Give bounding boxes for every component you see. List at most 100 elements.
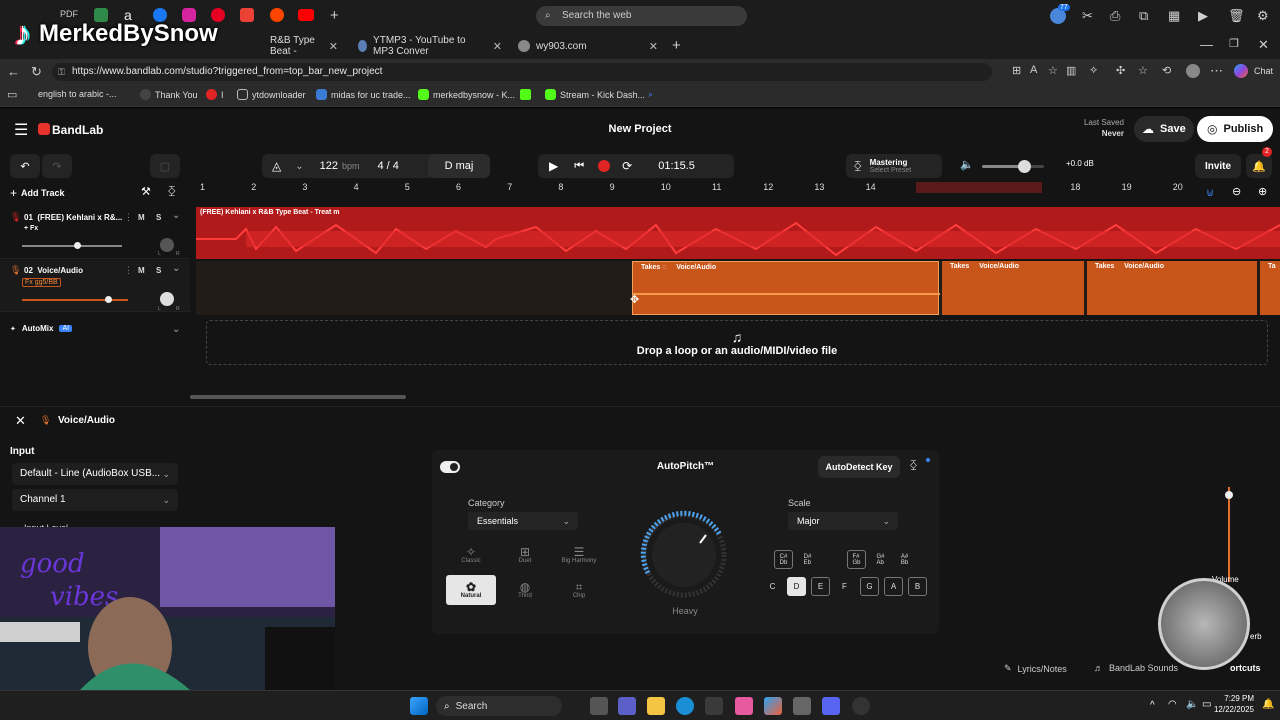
search-icon[interactable]: ⌕ (648, 89, 653, 100)
notification-bell-icon[interactable]: 🔔 (1262, 699, 1274, 710)
fx-chain-badge[interactable]: Fx gg5/BB (22, 278, 61, 287)
publish-button[interactable]: ◎ Publish (1197, 116, 1274, 142)
bandlab-logo-icon[interactable] (38, 123, 50, 135)
track-volume-slider[interactable] (22, 296, 128, 303)
voice-clip[interactable]: Ta (1260, 261, 1280, 315)
key-b[interactable]: B (908, 577, 927, 596)
youtube-icon[interactable] (298, 9, 314, 21)
restore-icon[interactable]: ❐ (1229, 37, 1239, 50)
tempo-value[interactable]: 122 (320, 160, 338, 172)
track-2-lane[interactable]: Takes ◌ Voice/Audio Takes Voice/Audio Ta… (196, 261, 1280, 315)
store-icon[interactable] (705, 697, 723, 715)
obs-icon[interactable] (852, 697, 870, 715)
task-view-icon[interactable] (590, 697, 608, 715)
track-1-clip[interactable]: (FREE) Kehlani x R&B Type Beat - Treat m (196, 207, 1280, 259)
shortcuts-button[interactable]: ortcuts (1230, 663, 1261, 673)
teams-icon[interactable] (618, 697, 636, 715)
input-device-select[interactable]: Default - Line (AudioBox USB... ⌄ (12, 463, 178, 485)
key-sharp-4[interactable]: A# Bb (895, 550, 914, 569)
refresh-icon[interactable]: ↻ (31, 64, 42, 80)
effect-classic[interactable]: ✧ Classic (446, 540, 496, 570)
taskbar-search[interactable]: ⌕ Search (436, 696, 562, 716)
new-tab-plus-icon[interactable]: + (330, 7, 339, 24)
key-sharp-2[interactable]: F# Gb (847, 550, 866, 569)
invite-button[interactable]: Invite (1195, 154, 1241, 178)
history-icon[interactable]: ⟲ (1162, 64, 1171, 77)
tab-rnb-type-beat[interactable]: R&B Type Beat - ✕ (262, 35, 346, 57)
favorite-star-icon[interactable]: ☆ (1048, 64, 1058, 77)
voice-clip-selected[interactable]: Takes ◌ Voice/Audio (632, 261, 940, 315)
url-field[interactable]: ⚿ https://www.bandlab.com/studio?trigger… (52, 63, 992, 81)
window-close-icon[interactable]: ✕ (1258, 37, 1269, 53)
apps-icon[interactable]: ⊞ (1012, 64, 1021, 77)
horizontal-scrollbar[interactable] (190, 395, 406, 399)
clock-time[interactable]: 7:29 PM (1212, 694, 1254, 703)
track-volume-handle[interactable] (74, 242, 81, 249)
key-selector[interactable]: D maj (428, 154, 490, 178)
track-row-1[interactable]: 🎙 01 (FREE) Kehlani x R&... + Fx ⋮ M S ⌄… (0, 207, 190, 259)
more-dots-icon[interactable]: ⋮ (124, 265, 133, 276)
metronome-icon[interactable]: ◬ (272, 159, 281, 173)
kick-icon[interactable] (520, 89, 531, 100)
more-dots-icon[interactable]: ⋮ (124, 212, 133, 223)
time-signature[interactable]: 4 / 4 (378, 160, 399, 172)
hamburger-menu-icon[interactable]: ☰ (14, 120, 28, 140)
effect-chip[interactable]: ⌗ Chip (554, 575, 604, 605)
notifications-button[interactable]: 🔔 (1246, 154, 1272, 178)
settings-app-icon[interactable] (793, 697, 811, 715)
key-c[interactable]: C (763, 577, 782, 596)
solo-button[interactable]: S (156, 213, 161, 222)
fav-thank-you[interactable]: Thank You (140, 89, 198, 100)
autodetect-key-button[interactable]: AutoDetect Key (818, 456, 900, 478)
more-menu-icon[interactable]: ⋯ (1210, 63, 1223, 79)
mixer-icon[interactable]: ⧰ (168, 185, 176, 198)
mute-button[interactable]: M (138, 266, 145, 275)
key-sharp-0[interactable]: C# Db (774, 550, 793, 569)
timeline-ruler[interactable]: 1234567891011121314151617181920 (196, 182, 1280, 195)
drop-zone[interactable]: ♫ Drop a loop or an audio/MIDI/video fil… (206, 320, 1268, 365)
pan-knob[interactable] (160, 292, 174, 306)
master-volume-slider[interactable] (982, 160, 1044, 173)
effect-duet[interactable]: ⊞ Duet (500, 540, 550, 570)
wifi-icon[interactable]: ◠ (1168, 699, 1177, 710)
clock-date[interactable]: 12/22/2025 (1200, 705, 1254, 714)
read-aloud-icon[interactable]: A (1030, 64, 1037, 76)
loop-icon[interactable]: ⟳ (622, 159, 632, 173)
voice-clip[interactable]: Takes Voice/Audio (942, 261, 1084, 315)
key-e[interactable]: E (811, 577, 830, 596)
chevron-up-icon[interactable]: ^ (1150, 700, 1155, 711)
speaker-icon[interactable]: 🔈 (1186, 699, 1198, 710)
add-track-button[interactable]: + Add Track (10, 186, 65, 200)
tab-ytmp3[interactable]: YTMP3 - YouTube to MP3 Conver ✕ (350, 35, 510, 57)
copilot-app-icon[interactable] (764, 697, 782, 715)
channel-select[interactable]: Channel 1 ⌄ (12, 489, 178, 511)
chevron-down-icon[interactable]: ⌄ (172, 324, 180, 335)
zoom-in-icon[interactable]: ⊕ (1258, 185, 1267, 198)
bandlab-brand[interactable]: BandLab (52, 123, 103, 137)
mastering-button[interactable]: ⧰ Mastering Select Preset (846, 154, 942, 178)
volume-fader[interactable] (1225, 487, 1233, 582)
windows-start-icon[interactable] (410, 697, 428, 715)
scale-select[interactable]: Major ⌄ (788, 512, 898, 530)
category-select[interactable]: Essentials ⌄ (468, 512, 578, 530)
chevron-down-icon[interactable]: ⌄ (295, 161, 303, 172)
redo-button[interactable]: ↷ (42, 154, 72, 178)
puzzle-icon[interactable]: ✣ (1116, 64, 1125, 77)
track-volume-handle[interactable] (104, 296, 112, 303)
voice-clip[interactable]: Takes Voice/Audio (1087, 261, 1257, 315)
edge-icon[interactable] (676, 697, 694, 715)
key-g[interactable]: G (860, 577, 879, 596)
back-arrow-icon[interactable]: ← (7, 64, 20, 79)
fav-midas[interactable]: midas for uc trade... (316, 89, 411, 100)
sidebar-toggle-icon[interactable]: ▭ (7, 88, 17, 101)
settings-gear-icon[interactable]: ⚙ (1257, 8, 1269, 24)
snap-magnet-icon[interactable]: ⊍ (1206, 186, 1214, 199)
undo-button[interactable]: ↶ (10, 154, 40, 178)
track-row-2[interactable]: 🎙 02 Voice/Audio Fx gg5/BB ⋮ M S ⌄ L R (0, 260, 190, 312)
save-button[interactable]: ☁ Save (1134, 116, 1194, 142)
effect-third[interactable]: ◍ Third (500, 575, 550, 605)
sliders-icon[interactable]: ⧰ (910, 460, 917, 471)
fav-kick-dash[interactable]: Stream - Kick Dash... (545, 89, 645, 100)
discord-icon[interactable] (822, 697, 840, 715)
close-icon[interactable]: ✕ (493, 40, 502, 53)
